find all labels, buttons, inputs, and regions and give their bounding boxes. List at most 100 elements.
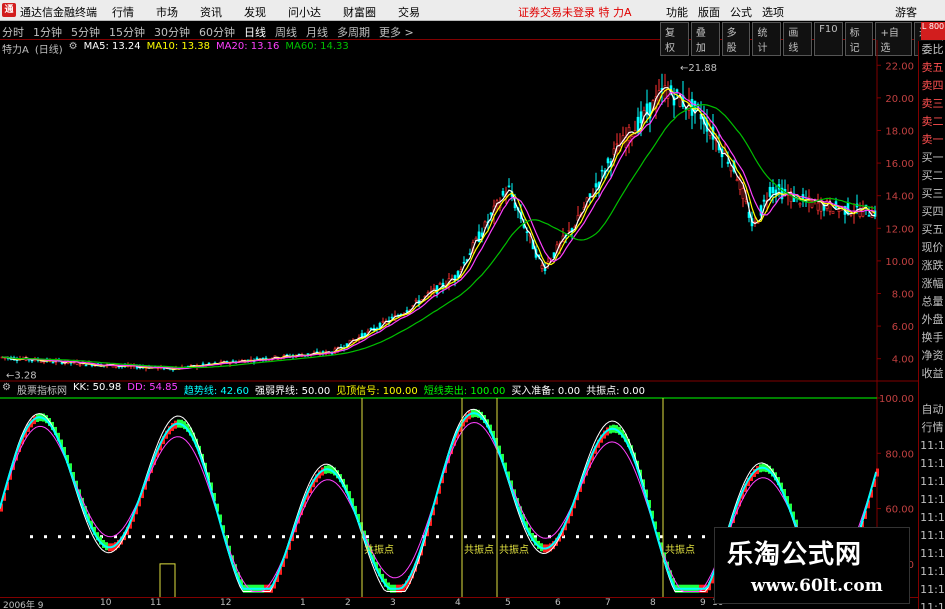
candle-body — [678, 97, 682, 107]
side-panel-label[interactable]: 行情 — [919, 419, 945, 437]
strength-dot — [44, 535, 47, 539]
strength-dot — [464, 535, 467, 539]
price-tick-label: 6.00 — [892, 322, 914, 333]
menu-quotes[interactable]: 行情 — [112, 4, 134, 20]
strength-dot — [310, 535, 313, 539]
strength-dot — [688, 535, 691, 539]
period-tab[interactable]: 更多 > — [379, 24, 414, 40]
candle-body — [771, 187, 775, 194]
menu-formula[interactable]: 公式 — [730, 4, 752, 20]
guest-label[interactable]: 游客 — [895, 4, 917, 20]
period-tab[interactable]: 分时 — [2, 24, 24, 40]
period-tab[interactable]: 60分钟 — [199, 24, 235, 40]
menu-news[interactable]: 资讯 — [200, 4, 222, 20]
side-panel-label[interactable]: 11:1 — [919, 491, 945, 509]
side-panel-label[interactable]: 11:1 — [919, 437, 945, 455]
date-tick: 1 — [300, 598, 306, 608]
side-panel-label: 卖五 — [921, 61, 944, 74]
ma5-line — [1, 87, 876, 371]
menu-wealth[interactable]: 财富圈 — [343, 4, 376, 20]
side-panel-label[interactable]: 11:1 — [919, 563, 945, 581]
menu-ask[interactable]: 问小达 — [288, 4, 321, 20]
date-tick: 3 — [390, 598, 396, 608]
price-tick-label: 12.00 — [885, 224, 914, 235]
candle-body — [51, 361, 55, 364]
strength-dot — [436, 535, 439, 539]
side-panel-label[interactable]: 11:1 — [919, 527, 945, 545]
menu-discover[interactable]: 发现 — [244, 4, 266, 20]
quote-side-panel: L 800 委比 卖五 卖四 卖三 卖二 卖一 买一 买二 买三 买四 买五 现价 涨跌 涨幅 总量 外盘 换手… — [918, 22, 945, 609]
menu-market[interactable]: 市场 — [156, 4, 178, 20]
side-panel-label: 买一 — [921, 151, 944, 164]
candle-body — [84, 364, 88, 367]
date-tick: 2 — [345, 598, 351, 608]
period-tabs: 分时 1分钟 5分钟 15分钟 30分钟 60分钟 日线 周线 月线 多周期 更多 > — [2, 24, 414, 40]
side-panel-label: 买四 — [921, 205, 944, 218]
candle-body — [390, 316, 394, 319]
candle-body — [762, 199, 766, 202]
menu-trade[interactable]: 交易 — [398, 4, 420, 20]
strength-dot — [142, 535, 145, 539]
chart-area[interactable]: 22.00 20.00 18.00 16.00 14.00 12.00 10.00 8.00 6… — [0, 40, 918, 600]
strength-dot — [632, 535, 635, 539]
side-panel-label[interactable]: 自动 — [919, 401, 945, 419]
resonance-label: 共振点 — [464, 543, 494, 556]
side-panel-label[interactable]: 11:1 — [919, 473, 945, 491]
strength-dot — [324, 535, 327, 539]
strength-dot — [338, 535, 341, 539]
login-status[interactable]: 证券交易未登录 特 力A — [518, 4, 632, 20]
candle-body — [726, 161, 730, 164]
side-panel-label: 买二 — [921, 169, 944, 182]
date-tick: 2006年 9 — [3, 601, 44, 609]
side-panel-label: 买三 — [921, 187, 944, 200]
side-panel-label[interactable]: 11:1 — [919, 545, 945, 563]
strength-dot — [702, 535, 705, 539]
period-tab[interactable]: 1分钟 — [33, 24, 62, 40]
candle-body — [588, 193, 592, 198]
period-tab[interactable]: 5分钟 — [71, 24, 100, 40]
side-panel-label: 卖二 — [921, 115, 944, 128]
strength-dot — [520, 535, 523, 539]
strength-dot — [408, 535, 411, 539]
period-tab[interactable]: 周线 — [275, 24, 297, 40]
strength-dot — [58, 535, 61, 539]
candle-body — [735, 179, 739, 181]
strength-dot — [380, 535, 383, 539]
date-tick: 6 — [555, 598, 561, 608]
side-panel-label[interactable]: 11:1 — [919, 599, 945, 609]
strength-dot — [128, 535, 131, 539]
strength-dot — [646, 535, 649, 539]
indicator-tick-label: 60.00 — [885, 505, 914, 516]
candle-body — [615, 143, 619, 146]
candle-body — [741, 188, 745, 199]
strength-dot — [30, 535, 33, 539]
side-panel-label: 委比 — [921, 43, 944, 56]
menu-function[interactable]: 功能 — [666, 4, 688, 20]
period-tab[interactable]: 15分钟 — [109, 24, 145, 40]
side-panel-label: 卖三 — [921, 97, 944, 110]
period-tab[interactable]: 月线 — [306, 24, 328, 40]
side-panel-label[interactable]: 11:1 — [919, 581, 945, 599]
side-panel-label[interactable]: 11:1 — [919, 455, 945, 473]
price-and-indicator-chart[interactable]: 22.00 20.00 18.00 16.00 14.00 12.00 10.00 8.00 6… — [0, 40, 918, 597]
period-tab[interactable]: 30分钟 — [154, 24, 190, 40]
side-panel-label: 涨跌 — [921, 259, 944, 272]
menu-layout[interactable]: 版面 — [698, 4, 720, 20]
strength-dot — [268, 535, 271, 539]
strength-dot — [240, 535, 243, 539]
strength-dot — [212, 535, 215, 539]
price-tick-label: 4.00 — [892, 355, 914, 366]
period-toolbar: 分时 1分钟 5分钟 15分钟 30分钟 60分钟 日线 周线 月线 多周期 更多 > 复权 叠加 多股… — [0, 21, 945, 56]
candle-body — [255, 357, 259, 360]
period-tab[interactable]: 日线 — [244, 24, 266, 40]
strength-dot — [618, 535, 621, 539]
period-tab[interactable]: 多周期 — [337, 24, 370, 40]
title-bar: 通 通达信金融终端 行情 市场 资讯 发现 问小达 财富圈 交易 证券交易未登录… — [0, 0, 945, 21]
side-panel-label[interactable]: 11:1 — [919, 509, 945, 527]
watermark-cn: 乐淘公式网 — [727, 540, 863, 570]
app-title: 通达信金融终端 — [20, 6, 97, 19]
menu-options[interactable]: 选项 — [762, 4, 784, 20]
level-tag[interactable]: L 800 — [921, 22, 945, 40]
candle-body — [78, 364, 82, 366]
candle-body — [489, 212, 493, 215]
